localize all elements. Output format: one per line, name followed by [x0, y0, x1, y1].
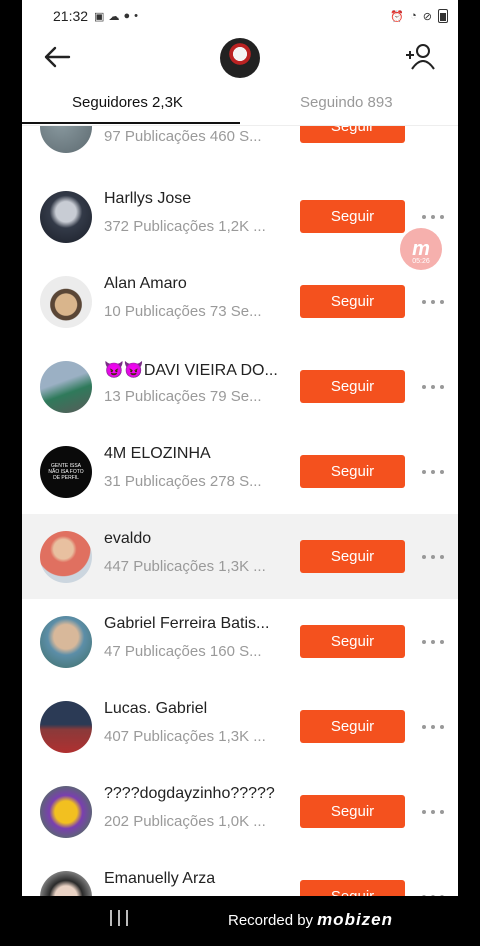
active-tab-indicator — [22, 122, 240, 124]
mobizen-float-icon[interactable]: m 05:26 — [400, 228, 442, 270]
user-avatar[interactable] — [40, 531, 92, 583]
add-user-icon[interactable] — [404, 42, 436, 72]
list-item[interactable]: 97 Publicações 460 S... Seguir — [22, 126, 458, 169]
user-stats: 97 Publicações 460 S... — [104, 128, 262, 145]
follow-button[interactable]: Seguir — [300, 625, 405, 658]
follow-button[interactable]: Seguir — [300, 710, 405, 743]
more-options-icon[interactable] — [422, 370, 444, 403]
user-stats: 10 Publicações 73 Se... — [104, 303, 262, 320]
wifi-icon: ◔ — [410, 10, 417, 22]
follow-button[interactable]: Seguir — [300, 126, 405, 143]
user-avatar[interactable]: GENTE ISSA NÃO ISA FOTO DE PERFIL — [40, 446, 92, 498]
list-item[interactable]: 😈😈DAVI VIEIRA DO... 13 Publicações 79 Se… — [22, 344, 458, 429]
user-avatar[interactable] — [40, 616, 92, 668]
user-name[interactable]: ????dogdayzinho????? — [104, 785, 284, 803]
tab-followers[interactable]: Seguidores 2,3K — [72, 94, 183, 111]
list-item[interactable]: Lucas. Gabriel 407 Publicações 1,3K ... … — [22, 684, 458, 769]
dot-icon: • — [134, 10, 138, 22]
tab-following[interactable]: Seguindo 893 — [300, 94, 393, 111]
user-name[interactable]: Gabriel Ferreira Batis... — [104, 615, 284, 633]
app-bar — [22, 34, 458, 80]
watermark-prefix: Recorded by — [228, 912, 314, 929]
list-item[interactable]: Emanuelly Arza Seguir — [22, 854, 458, 896]
profile-avatar[interactable] — [220, 38, 260, 78]
followers-list[interactable]: 97 Publicações 460 S... Seguir Harllys J… — [22, 126, 458, 896]
user-name[interactable]: 4M ELOZINHA — [104, 445, 284, 463]
dnd-icon: ⊘ — [422, 10, 432, 23]
battery-icon — [438, 9, 448, 23]
cloud-icon: ☁ — [108, 10, 120, 23]
list-item[interactable]: Harllys Jose 372 Publicações 1,2K ... Se… — [22, 174, 458, 259]
user-avatar[interactable] — [40, 191, 92, 243]
avatar-text: GENTE ISSA NÃO ISA FOTO DE PERFIL — [48, 463, 84, 481]
more-options-icon[interactable] — [422, 455, 444, 488]
user-name[interactable]: evaldo — [104, 530, 284, 548]
user-name[interactable]: Emanuelly Arza — [104, 870, 284, 888]
user-stats: 372 Publicações 1,2K ... — [104, 218, 266, 235]
user-avatar[interactable] — [40, 701, 92, 753]
user-stats: 47 Publicações 160 S... — [104, 643, 262, 660]
back-arrow-icon[interactable] — [42, 42, 72, 72]
list-item[interactable]: GENTE ISSA NÃO ISA FOTO DE PERFIL 4M ELO… — [22, 429, 458, 514]
user-stats: 13 Publicações 79 Se... — [104, 388, 262, 405]
follow-button[interactable]: Seguir — [300, 285, 405, 318]
tab-bar: Seguidores 2,3K Seguindo 893 — [22, 86, 458, 126]
user-avatar[interactable] — [40, 361, 92, 413]
user-avatar[interactable] — [40, 871, 92, 896]
more-options-icon[interactable] — [422, 880, 444, 896]
follow-button[interactable]: Seguir — [300, 880, 405, 896]
list-item[interactable]: Alan Amaro 10 Publicações 73 Se... Segui… — [22, 259, 458, 344]
recording-watermark: Recorded by mobizen — [228, 910, 393, 930]
more-options-icon[interactable] — [422, 710, 444, 743]
more-options-icon[interactable] — [422, 285, 444, 318]
watermark-brand: mobizen — [317, 910, 394, 929]
user-stats: 202 Publicações 1,0K ... — [104, 813, 266, 830]
follow-button[interactable]: Seguir — [300, 200, 405, 233]
list-item[interactable]: ????dogdayzinho????? 202 Publicações 1,0… — [22, 769, 458, 854]
status-bar: 21:32 ▣ ☁ ● • ⏰ ◔ ⊘ — [22, 0, 458, 32]
mobizen-icon: ● — [123, 10, 131, 22]
user-avatar[interactable] — [40, 786, 92, 838]
more-options-icon[interactable] — [422, 540, 444, 573]
status-time: 21:32 — [53, 8, 89, 24]
user-stats: 31 Publicações 278 S... — [104, 473, 262, 490]
user-name[interactable]: Harllys Jose — [104, 190, 284, 208]
alarm-icon: ⏰ — [390, 10, 405, 23]
app-screen: 21:32 ▣ ☁ ● • ⏰ ◔ ⊘ Seguidores 2,3K Segu… — [22, 0, 458, 896]
follow-button[interactable]: Seguir — [300, 370, 405, 403]
user-name[interactable]: Lucas. Gabriel — [104, 700, 284, 718]
app-notification-icon: ▣ — [94, 10, 105, 23]
recent-apps-icon[interactable] — [110, 910, 128, 926]
more-options-icon[interactable] — [422, 625, 444, 658]
follow-button[interactable]: Seguir — [300, 455, 405, 488]
list-item[interactable]: evaldo 447 Publicações 1,3K ... Seguir — [22, 514, 458, 599]
user-name[interactable]: Alan Amaro — [104, 275, 284, 293]
follow-button[interactable]: Seguir — [300, 795, 405, 828]
list-item[interactable]: Gabriel Ferreira Batis... 47 Publicações… — [22, 599, 458, 684]
more-options-icon[interactable] — [422, 795, 444, 828]
status-right: ⏰ ◔ ⊘ — [390, 9, 448, 23]
user-name[interactable]: 😈😈DAVI VIEIRA DO... — [104, 360, 284, 380]
user-avatar[interactable] — [40, 276, 92, 328]
user-avatar[interactable] — [40, 126, 92, 153]
user-stats: 407 Publicações 1,3K ... — [104, 728, 266, 745]
follow-button[interactable]: Seguir — [300, 540, 405, 573]
user-stats: 447 Publicações 1,3K ... — [104, 558, 266, 575]
float-badge-time: 05:26 — [412, 258, 430, 265]
